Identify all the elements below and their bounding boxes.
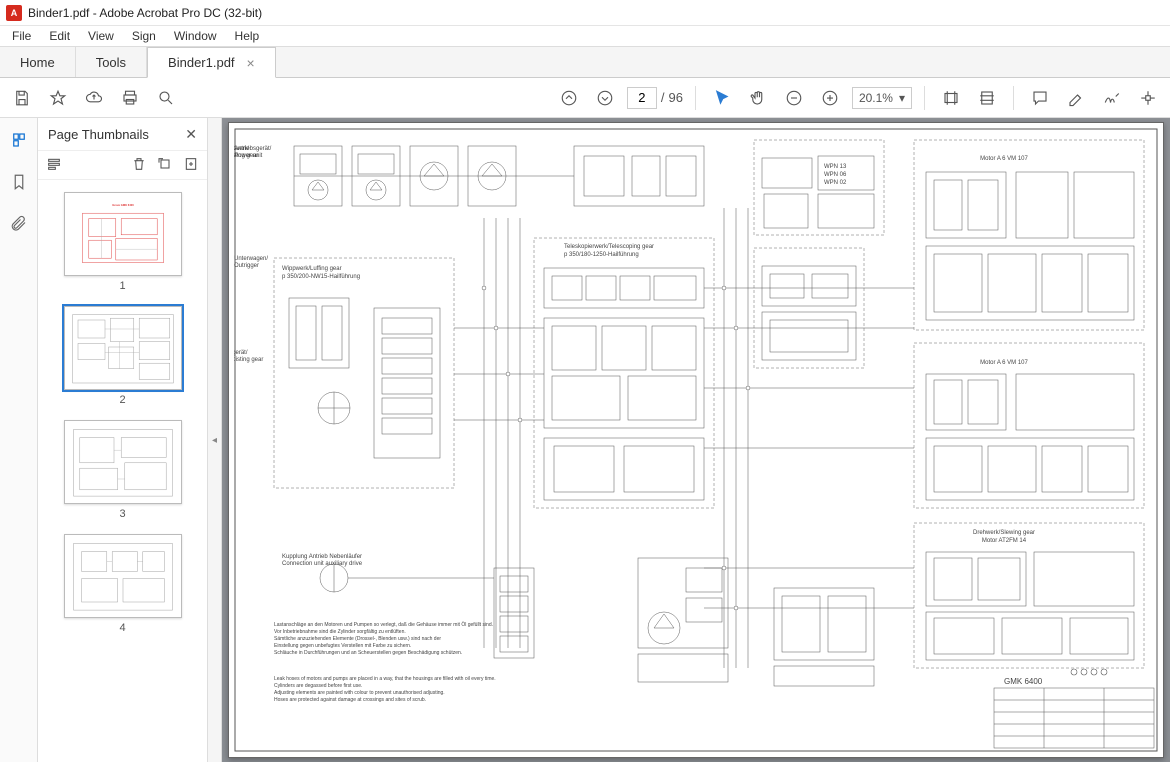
toolbar-separator — [1013, 86, 1014, 110]
search-icon[interactable] — [152, 84, 180, 112]
attachment-rail-icon[interactable] — [5, 210, 33, 238]
thumbnail-number: 4 — [119, 622, 125, 634]
menu-edit[interactable]: Edit — [41, 27, 78, 45]
svg-text:Lastanschläge an den Motoren u: Lastanschläge an den Motoren und Pumpen … — [274, 621, 493, 656]
menu-window[interactable]: Window — [166, 27, 225, 45]
thumbnails-header: Page Thumbnails ✕ — [38, 118, 207, 150]
zoom-out-icon[interactable] — [780, 84, 808, 112]
thumbnail-number: 3 — [119, 508, 125, 520]
menu-help[interactable]: Help — [227, 27, 268, 45]
svg-text:p 350/180-1250-Hailführung: p 350/180-1250-Hailführung — [564, 252, 639, 258]
insert-page-icon[interactable] — [183, 156, 199, 175]
svg-text:Wippwerk/Luffing gear: Wippwerk/Luffing gear — [282, 266, 342, 272]
side-rail — [0, 118, 38, 762]
rotate-icon[interactable] — [157, 156, 173, 175]
chevron-down-icon: ▾ — [899, 91, 905, 105]
zoom-in-icon[interactable] — [816, 84, 844, 112]
thumbnail-number: 1 — [119, 280, 125, 292]
svg-text:WPN 06: WPN 06 — [824, 172, 847, 178]
thumbnails-toolbar — [38, 150, 207, 180]
thumb-options-icon[interactable] — [46, 156, 62, 175]
fit-width-icon[interactable] — [937, 84, 965, 112]
sign-icon[interactable] — [1098, 84, 1126, 112]
zoom-select[interactable]: 20.1% ▾ — [852, 87, 912, 109]
main-toolbar: / 96 20.1% ▾ — [0, 78, 1170, 118]
tab-home[interactable]: Home — [0, 47, 76, 77]
page-separator: / — [661, 90, 665, 105]
highlight-icon[interactable] — [1062, 84, 1090, 112]
page-current-input[interactable] — [627, 87, 657, 109]
print-icon[interactable] — [116, 84, 144, 112]
svg-text:Motor A 6 VM 107: Motor A 6 VM 107 — [980, 156, 1028, 162]
page-up-icon[interactable] — [555, 84, 583, 112]
pdf-app-icon: A — [6, 5, 22, 21]
svg-text:Motor A 6 VM 107: Motor A 6 VM 107 — [980, 360, 1028, 366]
document-viewer[interactable]: GMK 6400 Wippwerk/ — [222, 118, 1170, 762]
drawing-number: GMK 6400 — [1004, 677, 1043, 686]
comment-icon[interactable] — [1026, 84, 1054, 112]
thumbnails-rail-icon[interactable] — [5, 126, 33, 154]
hand-tool-icon[interactable] — [744, 84, 772, 112]
menu-bar: File Edit View Sign Window Help — [0, 26, 1170, 46]
svg-text:Unterwagen/Outrigger: Unterwagen/Outrigger — [234, 256, 268, 269]
select-tool-icon[interactable] — [708, 84, 736, 112]
thumbnail-page[interactable]: 2 — [63, 306, 183, 406]
star-icon[interactable] — [44, 84, 72, 112]
window-title: Binder1.pdf - Adobe Acrobat Pro DC (32-b… — [28, 6, 262, 20]
svg-text:Kupplung Antrieb NebenläuferCo: Kupplung Antrieb NebenläuferConnection u… — [282, 554, 363, 567]
hydraulic-schematic: GMK 6400 Wippwerk/ — [234, 128, 1158, 752]
tab-close-icon[interactable]: × — [247, 55, 255, 71]
tab-document-label: Binder1.pdf — [168, 55, 235, 70]
page-canvas: GMK 6400 Wippwerk/ — [228, 122, 1164, 758]
panel-collapse-icon[interactable]: ◂ — [208, 118, 222, 762]
svg-text:Leak hoses of motors and pumps: Leak hoses of motors and pumps are place… — [274, 676, 496, 703]
svg-text:Motor AT2FM 14: Motor AT2FM 14 — [982, 538, 1027, 544]
toolbar-separator — [695, 86, 696, 110]
toolbar-separator — [924, 86, 925, 110]
thumbnail-number: 2 — [119, 394, 125, 406]
svg-text:Teleskopierwerk/Telescoping ge: Teleskopierwerk/Telescoping gear — [564, 244, 654, 250]
svg-text:Drehwerk/Slewing gear: Drehwerk/Slewing gear — [973, 530, 1035, 536]
tab-document[interactable]: Binder1.pdf × — [147, 47, 276, 78]
svg-text:p 350/200-NW15-Hailführung: p 350/200-NW15-Hailführung — [282, 274, 360, 280]
menu-sign[interactable]: Sign — [124, 27, 164, 45]
tab-tools[interactable]: Tools — [76, 47, 147, 77]
svg-text:WPN 13: WPN 13 — [824, 164, 847, 170]
thumbnail-page[interactable]: 4 — [63, 534, 183, 634]
page-total: 96 — [668, 90, 682, 105]
page-down-icon[interactable] — [591, 84, 619, 112]
menu-view[interactable]: View — [80, 27, 122, 45]
bookmark-rail-icon[interactable] — [5, 168, 33, 196]
close-panel-icon[interactable]: ✕ — [185, 126, 197, 143]
thumbnail-page[interactable]: 3 — [63, 420, 183, 520]
thumbnail-page[interactable]: Grove GMK 6400 1 — [63, 192, 183, 292]
title-bar: A Binder1.pdf - Adobe Acrobat Pro DC (32… — [0, 0, 1170, 26]
trash-icon[interactable] — [131, 156, 147, 175]
thumbnails-title: Page Thumbnails — [48, 127, 149, 142]
svg-text:WPN 02: WPN 02 — [824, 180, 847, 186]
tab-strip: Home Tools Binder1.pdf × — [0, 46, 1170, 78]
fit-page-icon[interactable] — [973, 84, 1001, 112]
cloud-upload-icon[interactable] — [80, 84, 108, 112]
thumbnails-list[interactable]: Grove GMK 6400 1 2 3 4 — [38, 180, 207, 762]
thumbnails-panel: Page Thumbnails ✕ Grove GMK 6400 1 2 — [38, 118, 208, 762]
menu-file[interactable]: File — [4, 27, 39, 45]
svg-text:Grove GMK 6400: Grove GMK 6400 — [112, 203, 134, 207]
more-tools-icon[interactable] — [1134, 84, 1162, 112]
zoom-value: 20.1% — [859, 91, 893, 105]
page-indicator: / 96 — [627, 87, 683, 109]
svg-text:Hilfsgerät/Auxiliary hoisting: Hilfsgerät/Auxiliary hoisting gear — [234, 350, 263, 363]
save-icon[interactable] — [8, 84, 36, 112]
